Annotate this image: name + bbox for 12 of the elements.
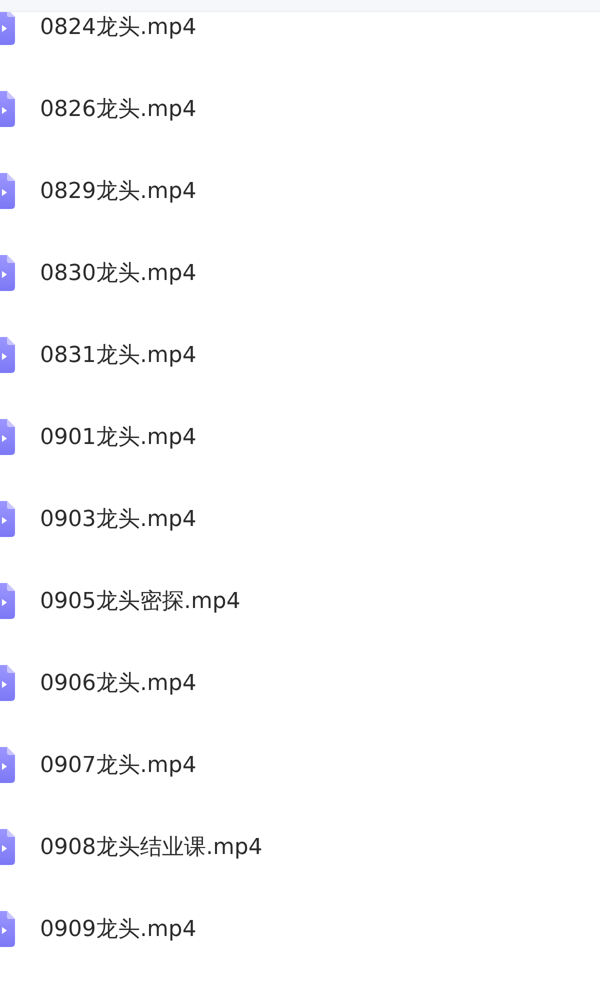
file-name[interactable]: 0908龙头结业课.mp4: [40, 832, 262, 862]
file-name[interactable]: 0905龙头密探.mp4: [40, 586, 240, 616]
file-name[interactable]: 0909龙头.mp4: [40, 914, 196, 944]
file-name[interactable]: 0826龙头.mp4: [40, 94, 196, 124]
file-name[interactable]: 0829龙头.mp4: [40, 176, 196, 206]
file-name[interactable]: 0903龙头.mp4: [40, 504, 196, 534]
file-name[interactable]: 0901龙头.mp4: [40, 422, 196, 452]
file-name[interactable]: 0907龙头.mp4: [40, 750, 196, 780]
file-name[interactable]: 0830龙头.mp4: [40, 258, 196, 288]
file-name[interactable]: 0831龙头.mp4: [40, 340, 196, 370]
file-name[interactable]: 0906龙头.mp4: [40, 668, 196, 698]
file-name[interactable]: 0824龙头.mp4: [40, 12, 196, 42]
